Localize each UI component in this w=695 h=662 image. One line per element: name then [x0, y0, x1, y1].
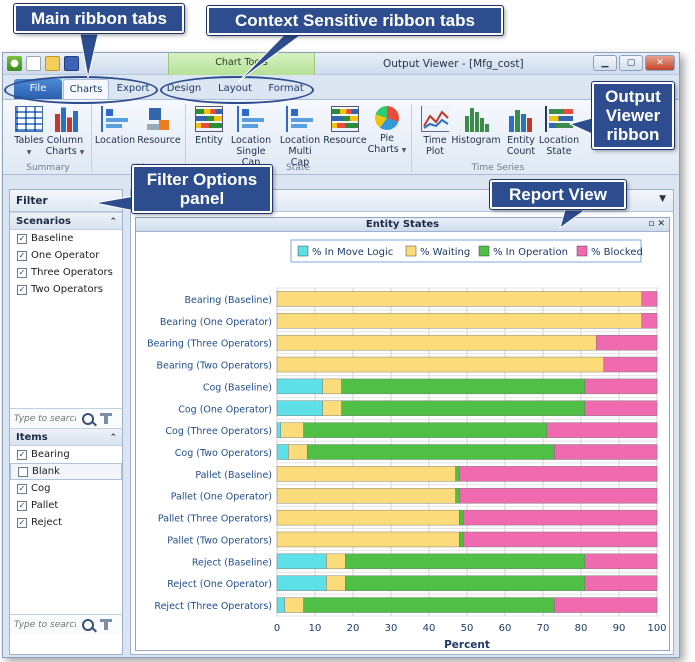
callout-context-ribbon-tabs: Context Sensitive ribbon tabs [207, 6, 503, 35]
callout-report-view: Report View [490, 180, 626, 209]
callout-output-viewer-ribbon: Output Viewer ribbon [592, 82, 674, 149]
callout-main-ribbon-tabs: Main ribbon tabs [14, 4, 184, 33]
arrow-report-view [559, 209, 587, 230]
arrow-output-ribbon [568, 117, 593, 135]
callout-filter-options-panel: Filter Options panel [132, 165, 272, 213]
arrow-main-tabs [79, 33, 99, 79]
arrow-context-tabs [237, 33, 304, 83]
callout-arrows [79, 33, 593, 230]
